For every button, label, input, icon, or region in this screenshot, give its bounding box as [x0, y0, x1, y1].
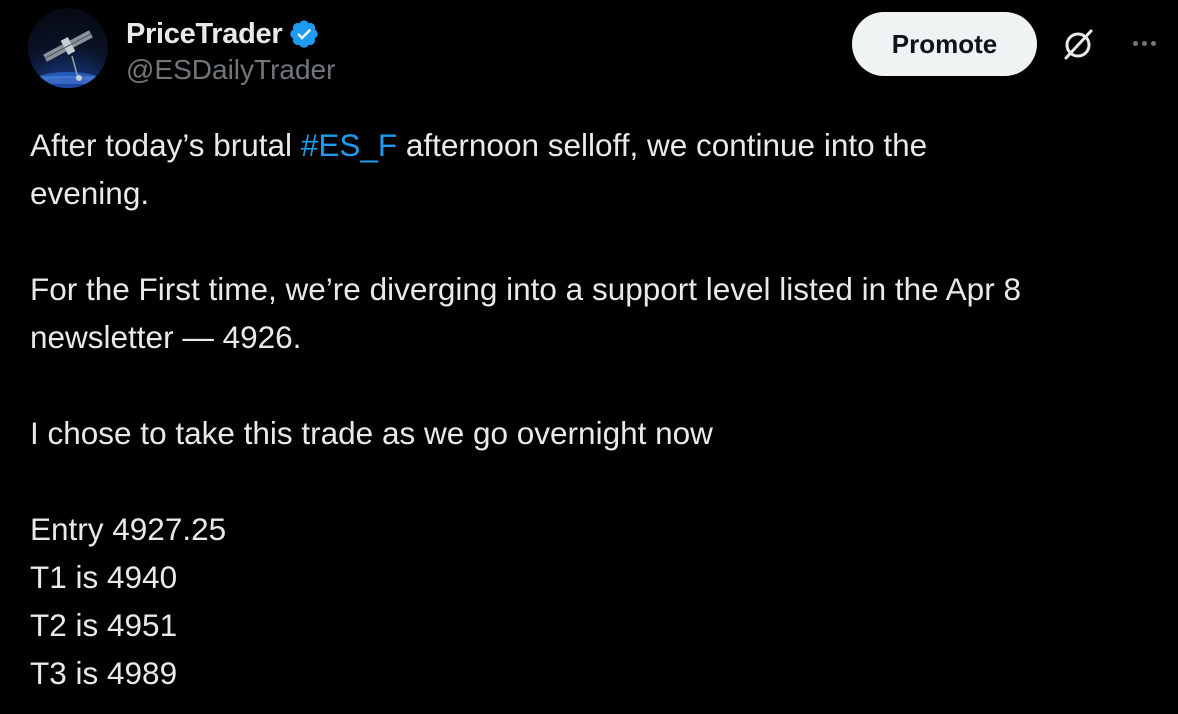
target-2: T2 is 4951 [30, 607, 178, 643]
tweet-paragraph-1: After today’s brutal #ES_F afternoon sel… [30, 121, 1150, 169]
promote-button[interactable]: Promote [852, 12, 1037, 76]
tweet-text: After today’s brutal #ES_F afternoon sel… [30, 121, 1150, 697]
author-display-name[interactable]: PriceTrader [126, 18, 283, 51]
tweet-paragraph-2-line-1: For the First time, we’re diverging into… [30, 271, 1021, 307]
verified-badge-icon [290, 20, 318, 48]
tweet-text-segment: afternoon selloff, we continue into the [397, 127, 928, 163]
hashtag-link[interactable]: #ES_F [301, 127, 397, 163]
author-name-row[interactable]: PriceTrader [126, 14, 320, 54]
trade-entry: Entry 4927.25 [30, 511, 227, 547]
grok-icon[interactable] [1058, 24, 1098, 64]
more-options-icon[interactable] [1124, 28, 1164, 58]
author-handle[interactable]: @ESDailyTrader [126, 54, 335, 86]
tweet-text-segment: After today’s brutal [30, 127, 301, 163]
target-1: T1 is 4940 [30, 559, 178, 595]
tweet-paragraph-2-line-2: newsletter — 4926. [30, 319, 302, 355]
tweet-card: PriceTrader @ESDailyTrader Promote After… [0, 0, 1178, 714]
tweet-paragraph-3: I chose to take this trade as we go over… [30, 415, 713, 451]
target-3: T3 is 4989 [30, 655, 178, 691]
avatar[interactable] [28, 8, 108, 88]
satellite-avatar-image [28, 30, 108, 88]
tweet-paragraph-1-cont: evening. [30, 175, 150, 211]
